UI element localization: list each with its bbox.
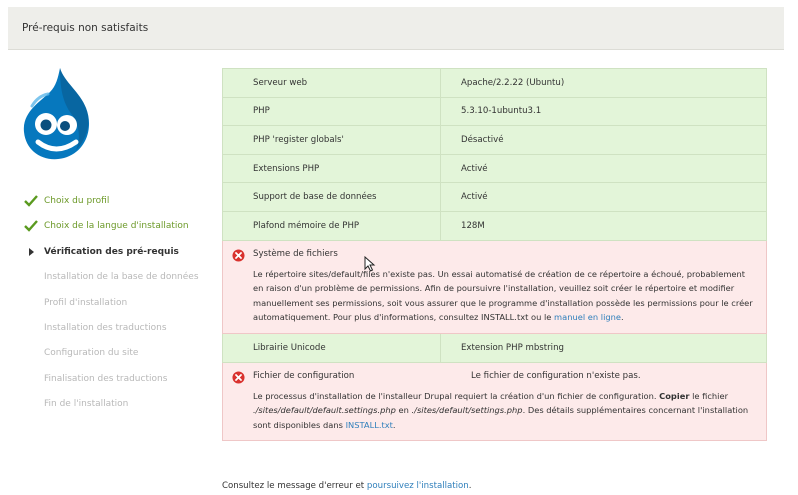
requirement-row: Plafond mémoire de PHP 128M	[222, 210, 767, 241]
error-text: Le répertoire sites/default/files n'exis…	[253, 268, 753, 323]
step-label: Fin de l'installation	[44, 399, 129, 410]
step-configure-site: Configuration du site	[20, 344, 225, 369]
error-description: Le répertoire sites/default/files n'exis…	[253, 267, 754, 325]
requirement-name: Serveur web	[222, 68, 441, 98]
error-text: en	[395, 405, 412, 416]
checkmark-icon	[24, 195, 38, 207]
footer-text: Consultez le message d'erreur et	[222, 481, 367, 491]
error-text-end: .	[621, 312, 624, 323]
requirement-name: Support de base de données	[222, 182, 441, 212]
requirement-value: Extension PHP mbstring	[440, 332, 767, 363]
mouse-cursor-icon	[364, 256, 376, 272]
install-txt-link[interactable]: INSTALL.txt	[346, 420, 393, 430]
step-install-profile: Profil d'installation	[20, 294, 225, 319]
error-title: Système de fichiers	[253, 248, 338, 259]
requirement-value: 5.3.10-1ubuntu3.1	[440, 96, 767, 127]
requirement-value: Désactivé	[440, 125, 767, 155]
step-install-database: Installation de la base de données	[20, 268, 225, 293]
step-choose-language: Choix de la langue d'installation	[20, 217, 225, 242]
requirement-value: Activé	[440, 153, 767, 184]
error-icon	[232, 249, 245, 262]
step-verify-requirements: Vérification des pré-requis	[20, 243, 225, 268]
requirement-row: PHP 'register globals' Désactivé	[222, 125, 767, 155]
current-step-arrow-icon	[29, 247, 34, 256]
config-file-error: Fichier de configuration Le fichier de c…	[222, 361, 767, 442]
requirement-name: Plafond mémoire de PHP	[222, 210, 441, 241]
step-label: Vérification des pré-requis	[44, 246, 179, 257]
requirement-name: PHP	[222, 96, 441, 127]
install-steps: Choix du profil Choix de la langue d'ins…	[20, 192, 225, 421]
error-text: Le processus d'installation de l'install…	[253, 390, 660, 401]
copy-word: Copier	[659, 390, 690, 401]
requirement-name: Librairie Unicode	[222, 332, 441, 363]
step-label: Configuration du site	[44, 348, 139, 359]
requirement-row: Support de base de données Activé	[222, 182, 767, 212]
footer-message: Consultez le message d'erreur et poursui…	[222, 481, 471, 491]
step-label: Installation des traductions	[44, 322, 167, 333]
requirements-table: Serveur web Apache/2.2.22 (Ubuntu) PHP 5…	[222, 68, 767, 442]
error-value: Le fichier de configuration n'existe pas…	[471, 370, 641, 381]
error-description: Le processus d'installation de l'install…	[253, 389, 754, 433]
drupal-logo	[23, 68, 90, 160]
page-header: Pré-requis non satisfaits	[8, 7, 784, 50]
requirement-row: PHP 5.3.10-1ubuntu3.1	[222, 96, 767, 127]
step-label: Choix de la langue d'installation	[44, 221, 189, 232]
footer-text-end: .	[468, 481, 472, 491]
requirement-value: 128M	[440, 210, 767, 241]
step-choose-profile: Choix du profil	[20, 192, 225, 217]
step-label: Installation de la base de données	[44, 272, 199, 283]
step-label: Profil d'installation	[44, 297, 128, 308]
step-install-translations: Installation des traductions	[20, 319, 225, 344]
requirement-row: Serveur web Apache/2.2.22 (Ubuntu)	[222, 68, 767, 98]
step-finalize-translations: Finalisation des traductions	[20, 370, 225, 395]
error-text: le fichier	[689, 390, 728, 401]
online-manual-link[interactable]: manuel en ligne	[554, 312, 621, 322]
requirement-row: Librairie Unicode Extension PHP mbstring	[222, 332, 767, 363]
requirement-value: Activé	[440, 182, 767, 212]
step-label: Choix du profil	[44, 196, 110, 206]
requirement-error-row: Fichier de configuration Le fichier de c…	[222, 361, 767, 442]
target-file-path: ./sites/default/settings.php	[411, 405, 523, 416]
filesystem-error: Système de fichiers Le répertoire sites/…	[222, 239, 767, 334]
requirement-name: PHP 'register globals'	[222, 125, 441, 155]
source-file-path: ./sites/default/default.settings.php	[253, 405, 396, 416]
requirement-row: Extensions PHP Activé	[222, 153, 767, 184]
checkmark-icon	[24, 220, 38, 233]
error-text-end: .	[392, 419, 396, 430]
step-label: Finalisation des traductions	[44, 373, 168, 384]
error-icon	[232, 370, 245, 384]
requirement-name: Extensions PHP	[222, 153, 441, 184]
requirement-error-row: Système de fichiers Le répertoire sites/…	[222, 239, 767, 334]
step-finish: Fin de l'installation	[20, 395, 225, 420]
page-title: Pré-requis non satisfaits	[22, 22, 149, 34]
continue-installation-link[interactable]: poursuivez l'installation	[367, 481, 469, 491]
requirement-value: Apache/2.2.22 (Ubuntu)	[440, 68, 767, 98]
